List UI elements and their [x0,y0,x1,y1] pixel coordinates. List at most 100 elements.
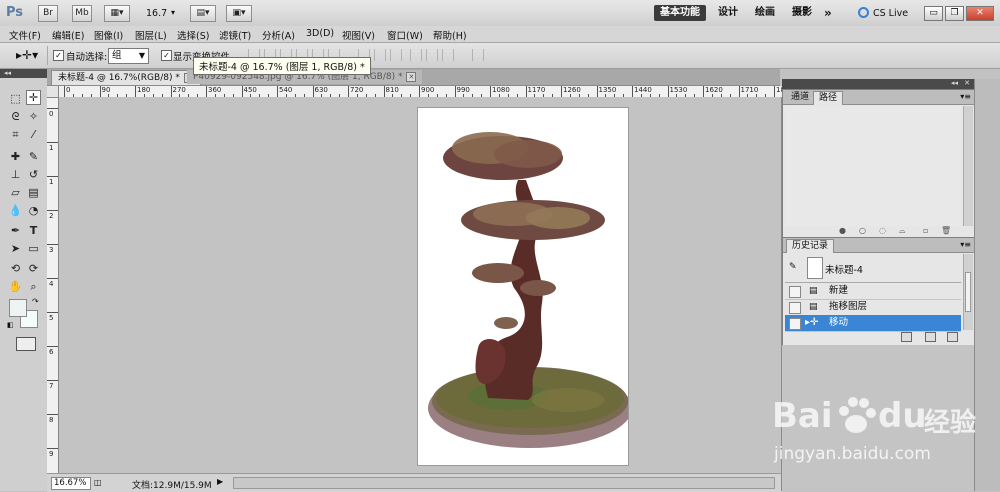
document-tab-active[interactable]: 未标题-4 @ 16.7%(RGB/8) *✕ [51,70,201,85]
collapse-panels-icon[interactable]: ◂◂ [951,79,958,87]
paths-scrollbar[interactable] [963,106,973,226]
show-transform-controls-checkbox[interactable]: ✓ [161,50,172,61]
menu-filter[interactable]: 滤镜(T) [219,28,251,42]
zoom-level-display[interactable]: 16.7 [146,8,167,19]
rectangular-marquee-tool-icon[interactable]: ⬚ [8,91,23,106]
tools-panel-collapse-bar[interactable]: ◂◂ [0,69,47,78]
stroke-path-icon[interactable]: ○ [859,226,866,235]
more-workspaces-button[interactable]: » [818,5,838,21]
close-window-button[interactable]: ✕ [966,6,994,21]
3d-rotate-tool-icon[interactable]: ⟲ [8,261,23,276]
history-source-checkbox[interactable] [789,286,801,298]
new-document-from-state-icon[interactable] [901,332,912,342]
eraser-tool-icon[interactable]: ▱ [8,185,23,200]
view-extras-dropdown[interactable]: ▦▾ [104,5,130,22]
eyedropper-tool-icon[interactable]: ⁄ [26,127,41,142]
history-scrollbar[interactable] [963,254,973,330]
brush-tool-icon[interactable]: ✎ [26,149,41,164]
menu-3d[interactable]: 3D(D) [306,28,334,39]
history-scrollbar-thumb[interactable] [965,272,971,312]
tab-history[interactable]: 历史记录 [786,239,835,253]
panel-dock-header[interactable]: ◂◂ ✕ [782,79,974,89]
horizontal-scrollbar[interactable] [233,477,775,489]
close-panel-icon[interactable]: ✕ [964,79,970,87]
lasso-tool-icon[interactable]: ᘓ [8,109,23,124]
cs-live-button[interactable]: CS Live [873,8,908,19]
foreground-color-swatch[interactable] [9,299,27,317]
delete-path-icon[interactable]: 🗑 [941,226,951,235]
history-item-move[interactable]: ▸✛ 移动 [785,315,961,332]
menu-view[interactable]: 视图(V) [342,28,375,42]
new-path-icon[interactable]: ▫ [923,226,928,235]
history-snapshot-row[interactable]: ✎ 未标题-4 [785,254,961,283]
workspace-essentials-button[interactable]: 基本功能 [654,5,706,21]
create-snapshot-icon[interactable] [925,332,936,342]
quick-mask-mode-icon[interactable] [16,337,36,351]
workspace-painting-button[interactable]: 绘画 [749,5,781,21]
auto-select-checkbox[interactable]: ✓ [53,50,64,61]
path-selection-tool-icon[interactable]: ➤ [8,241,23,256]
menu-layer[interactable]: 图层(L) [135,28,167,42]
hand-tool-icon[interactable]: ✋ [8,279,23,294]
paths-list[interactable] [785,106,961,226]
menu-edit[interactable]: 编辑(E) [52,28,84,42]
dodge-tool-icon[interactable]: ◔ [26,203,41,218]
close-tab-icon[interactable]: ✕ [406,71,417,82]
pen-tool-icon[interactable]: ✒ [8,223,23,238]
history-source-checkbox[interactable] [789,318,801,330]
fill-path-icon[interactable]: ● [839,226,846,235]
move-tool-preset-icon[interactable]: ▸✛▾ [16,48,38,62]
workspace-photography-button[interactable]: 摄影 [786,5,818,21]
delete-state-icon[interactable] [947,332,958,342]
zoom-tool-icon[interactable]: ⌕ [26,279,41,294]
load-path-selection-icon[interactable]: ◌ [879,226,886,235]
screen-mode-dropdown[interactable]: ▣▾ [226,5,252,22]
history-item-new[interactable]: ▤ 新建 [785,283,961,300]
menu-file[interactable]: 文件(F) [9,28,41,42]
auto-select-target-dropdown[interactable]: 组 ▼ [108,48,149,64]
distribute-vcenter-icon[interactable] [374,49,386,61]
history-item-drag-layer[interactable]: ▤ 拖移图层 [785,299,961,316]
arrange-documents-dropdown[interactable]: ▤▾ [190,5,216,22]
distribute-bottom-icon[interactable] [390,49,402,61]
zoom-dropdown-chevron-icon[interactable]: ▾ [171,8,175,17]
shape-tool-icon[interactable]: ▭ [26,241,41,256]
clone-stamp-tool-icon[interactable]: ⊥ [8,167,23,182]
tab-channels[interactable]: 通道 [786,91,814,104]
history-brush-tool-icon[interactable]: ↺ [26,167,41,182]
status-info-icon[interactable]: ◫ [94,478,102,487]
panel-menu-icon[interactable]: ▾≡ [960,240,971,249]
minimize-button[interactable]: ▭ [924,6,943,21]
ruler-origin[interactable] [47,86,59,98]
panel-menu-icon[interactable]: ▾≡ [960,92,971,101]
move-tool-icon[interactable]: ✛ [26,90,41,105]
menu-window[interactable]: 窗口(W) [387,28,423,42]
restore-button[interactable]: ❐ [945,6,964,21]
3d-orbit-tool-icon[interactable]: ⟳ [26,261,41,276]
history-source-checkbox[interactable] [789,302,801,314]
type-tool-icon[interactable]: T [26,223,41,238]
status-menu-chevron-icon[interactable]: ▶ [217,477,223,486]
menu-image[interactable]: 图像(I) [94,28,123,42]
workspace-design-button[interactable]: 设计 [712,5,744,21]
auto-align-layers-icon[interactable] [472,49,484,61]
menu-analysis[interactable]: 分析(A) [262,28,295,42]
spot-healing-brush-icon[interactable]: ✚ [8,149,23,164]
default-colors-icon[interactable]: ◧ [7,321,14,329]
distribute-right-icon[interactable] [442,49,454,61]
blur-tool-icon[interactable]: 💧 [8,203,23,218]
zoom-percentage-field[interactable]: 16.67% [51,477,91,490]
menu-select[interactable]: 选择(S) [177,28,209,42]
crop-tool-icon[interactable]: ⌗ [8,127,23,142]
tab-paths[interactable]: 路径 [813,91,844,105]
make-work-path-icon[interactable]: ⌓ [899,226,905,236]
menu-help[interactable]: 帮助(H) [433,28,467,42]
gradient-tool-icon[interactable]: ▤ [26,185,41,200]
swap-colors-icon[interactable]: ↷ [32,297,39,306]
vertical-ruler[interactable]: 011234567891 [47,97,59,473]
document-canvas[interactable] [418,108,632,465]
distribute-left-icon[interactable] [410,49,422,61]
distribute-hcenter-icon[interactable] [426,49,438,61]
launch-bridge-button[interactable]: Br [38,5,58,22]
quick-selection-tool-icon[interactable]: ✧ [26,109,41,124]
